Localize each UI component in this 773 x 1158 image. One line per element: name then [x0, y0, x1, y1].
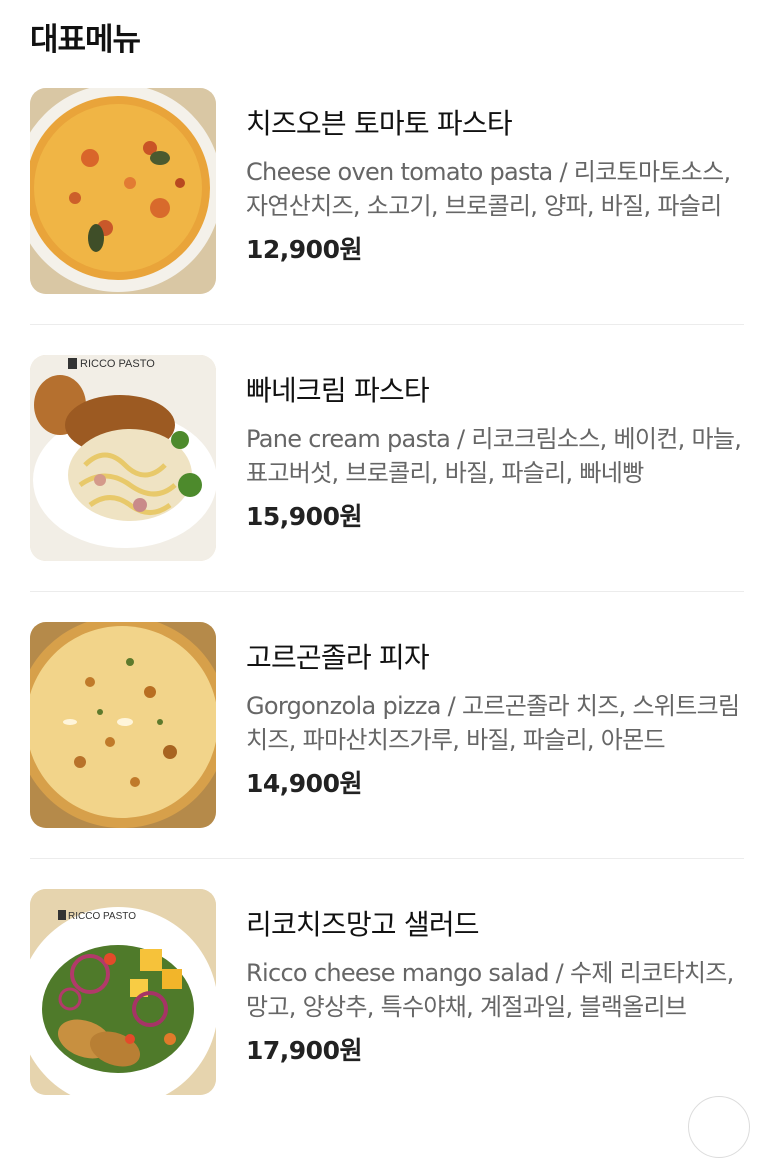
menu-item[interactable]: 고르곤졸라 피자 Gorgonzola pizza / 고르곤졸라 치즈, 스위…	[30, 622, 744, 828]
menu-item-description: Gorgonzola pizza / 고르곤졸라 치즈, 스위트크림치즈, 파마…	[246, 692, 740, 754]
divider	[30, 324, 744, 325]
menu-item-image[interactable]	[30, 622, 216, 828]
restaurant-logo: RICCO PASTO	[68, 911, 136, 922]
section-title: 대표메뉴	[30, 22, 141, 58]
menu-item-description: Ricco cheese mango salad / 수제 리코타치즈, 망고,…	[246, 959, 734, 1021]
menu-item-price: 17,900원	[246, 1036, 362, 1065]
divider	[30, 591, 744, 592]
menu-item-price: 15,900원	[246, 502, 362, 531]
menu-item-name: 치즈오븐 토마토 파스타	[246, 107, 513, 140]
restaurant-logo: RICCO PASTO	[80, 358, 155, 370]
menu-item-price: 12,900원	[246, 235, 362, 264]
scroll-top-button[interactable]	[688, 1096, 750, 1158]
menu-item[interactable]: RICCO PASTO 빠네크림 파스타 Pane cream pasta / …	[30, 355, 744, 561]
menu-item-name: 빠네크림 파스타	[246, 374, 430, 407]
menu-item[interactable]: 치즈오븐 토마토 파스타 Cheese oven tomato pasta / …	[30, 88, 744, 294]
pane-cream-pasta-photo: RICCO PASTO	[30, 355, 216, 561]
cheese-oven-pasta-photo	[30, 88, 216, 294]
menu-item-description: Cheese oven tomato pasta / 리코토마토소스, 자연산치…	[246, 158, 731, 220]
mango-salad-photo: RICCO PASTO	[30, 889, 216, 1095]
menu-item-price: 14,900원	[246, 769, 362, 798]
menu-item-name: 고르곤졸라 피자	[246, 641, 430, 674]
gorgonzola-pizza-photo	[30, 622, 216, 828]
menu-item-description: Pane cream pasta / 리코크림소스, 베이컨, 마늘, 표고버섯…	[246, 425, 742, 487]
menu-item-name: 리코치즈망고 샐러드	[246, 908, 480, 941]
menu-item-image[interactable]	[30, 88, 216, 294]
menu-item-image[interactable]: RICCO PASTO	[30, 889, 216, 1095]
menu-item-image[interactable]: RICCO PASTO	[30, 355, 216, 561]
menu-item[interactable]: RICCO PASTO 리코치즈망고 샐러드 Ricco cheese mang…	[30, 889, 744, 1095]
divider	[30, 858, 744, 859]
